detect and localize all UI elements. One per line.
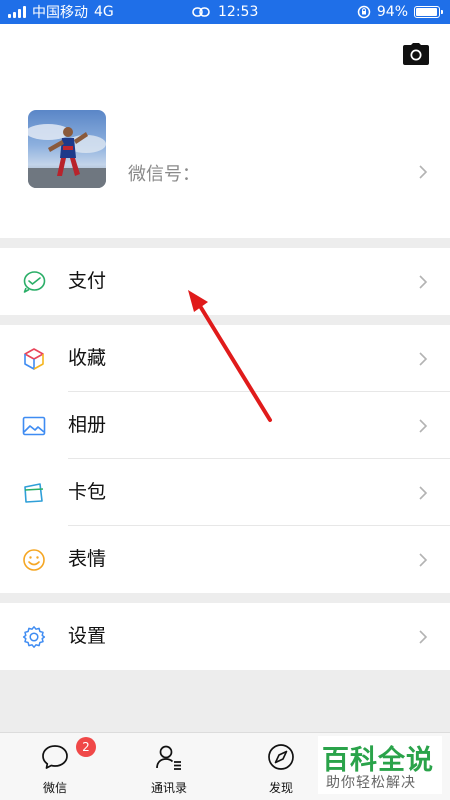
avatar-photo (28, 124, 106, 188)
tab-label: 发现 (268, 781, 293, 795)
battery-icon (414, 6, 443, 18)
wechat-id-label: 微信号： (128, 164, 200, 185)
tab-label: 微信 (42, 781, 67, 795)
favorites-cube-icon (24, 348, 44, 370)
menu-item-label: 卡包 (68, 481, 107, 503)
link-icon (192, 7, 210, 17)
tab-label: 通讯录 (150, 781, 187, 795)
menu-item-cards[interactable]: 卡包 (0, 459, 450, 526)
chevron-right-icon (419, 275, 428, 289)
watermark: 百科全说 助你轻松解决 (318, 736, 442, 794)
status-left: 中国移动 4G (8, 0, 114, 24)
menu-item-stickers[interactable]: 表情 (0, 526, 450, 593)
compass-icon (268, 744, 294, 770)
tools-section: 收藏 相册 卡包 表情 (0, 325, 450, 593)
menu-item-label: 设置 (68, 625, 107, 647)
settings-section: 设置 (0, 603, 450, 670)
chevron-right-icon (419, 630, 428, 644)
pay-icon (23, 271, 46, 293)
menu-item-label: 相册 (68, 414, 107, 436)
menu-item-album[interactable]: 相册 (0, 392, 450, 459)
tab-contacts[interactable]: 通讯录 (124, 733, 214, 800)
status-right: 94% (357, 0, 443, 24)
menu-item-favorites[interactable]: 收藏 (0, 325, 450, 392)
avatar[interactable] (28, 110, 106, 188)
pay-section: 支付 (0, 248, 450, 315)
album-image-icon (22, 416, 46, 436)
watermark-subtitle: 助你轻松解决 (326, 775, 416, 791)
menu-item-label: 支付 (68, 270, 107, 292)
battery-percent: 94% (376, 4, 408, 20)
profile-header[interactable]: 微信号： (0, 24, 450, 238)
card-wallet-icon (24, 483, 44, 503)
chat-bubble-icon (42, 745, 68, 769)
menu-item-settings[interactable]: 设置 (0, 603, 450, 670)
tab-discover[interactable]: 发现 (236, 733, 326, 800)
menu-item-pay[interactable]: 支付 (0, 248, 450, 315)
network-type: 4G (94, 4, 114, 20)
contacts-icon (156, 745, 181, 770)
gear-icon (22, 626, 46, 648)
tab-chats[interactable]: 2 微信 (10, 733, 100, 800)
clock-time: 12:53 (218, 4, 259, 20)
chevron-right-icon (419, 352, 428, 366)
rotation-lock-icon (357, 5, 371, 19)
status-bar: 中国移动 4G 12:53 94% (0, 0, 450, 24)
chevron-right-icon (419, 165, 428, 179)
chevron-right-icon (419, 486, 428, 500)
unread-badge: 2 (76, 737, 96, 757)
menu-item-label: 表情 (68, 548, 107, 570)
smiley-icon (23, 549, 45, 571)
battery-fill (416, 8, 437, 16)
signal-icon (8, 6, 26, 18)
carrier-name: 中国移动 (32, 5, 88, 21)
chevron-right-icon (419, 419, 428, 433)
chevron-right-icon (419, 553, 428, 567)
status-center: 12:53 (192, 0, 258, 24)
camera-icon[interactable] (402, 42, 430, 66)
menu-item-label: 收藏 (68, 347, 107, 369)
